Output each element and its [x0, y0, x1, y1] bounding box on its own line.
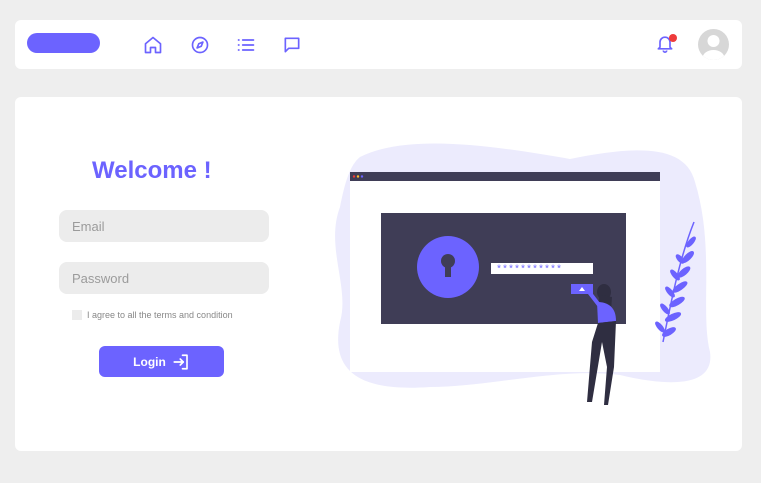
- browser-titlebar: [350, 172, 660, 181]
- compass-icon[interactable]: [189, 34, 211, 56]
- top-navbar: [15, 20, 742, 69]
- welcome-title: Welcome !: [92, 157, 212, 184]
- logo[interactable]: [27, 33, 100, 53]
- password-mask: ***********: [496, 264, 562, 276]
- notification-dot: [669, 34, 677, 42]
- window-dot-red: [352, 175, 356, 178]
- home-icon[interactable]: [142, 34, 164, 56]
- login-button-label: Login: [133, 354, 166, 369]
- chat-icon[interactable]: [281, 34, 303, 56]
- keyhole-stem: [445, 263, 451, 277]
- login-illustration: ***********: [335, 143, 711, 405]
- login-arrow-icon: [173, 353, 188, 370]
- terms-label: I agree to all the terms and condition: [87, 310, 233, 320]
- login-button[interactable]: Login: [99, 346, 224, 377]
- email-field[interactable]: [59, 210, 269, 242]
- terms-checkbox[interactable]: [72, 310, 82, 320]
- user-avatar[interactable]: [698, 29, 729, 60]
- terms-row: I agree to all the terms and condition: [72, 310, 233, 320]
- window-dot-blue: [360, 175, 364, 178]
- password-field[interactable]: [59, 262, 269, 294]
- list-icon[interactable]: [235, 34, 257, 56]
- window-dot-yellow: [356, 175, 360, 178]
- notification-button[interactable]: [655, 33, 677, 55]
- login-card: Welcome ! I agree to all the terms and c…: [15, 97, 742, 451]
